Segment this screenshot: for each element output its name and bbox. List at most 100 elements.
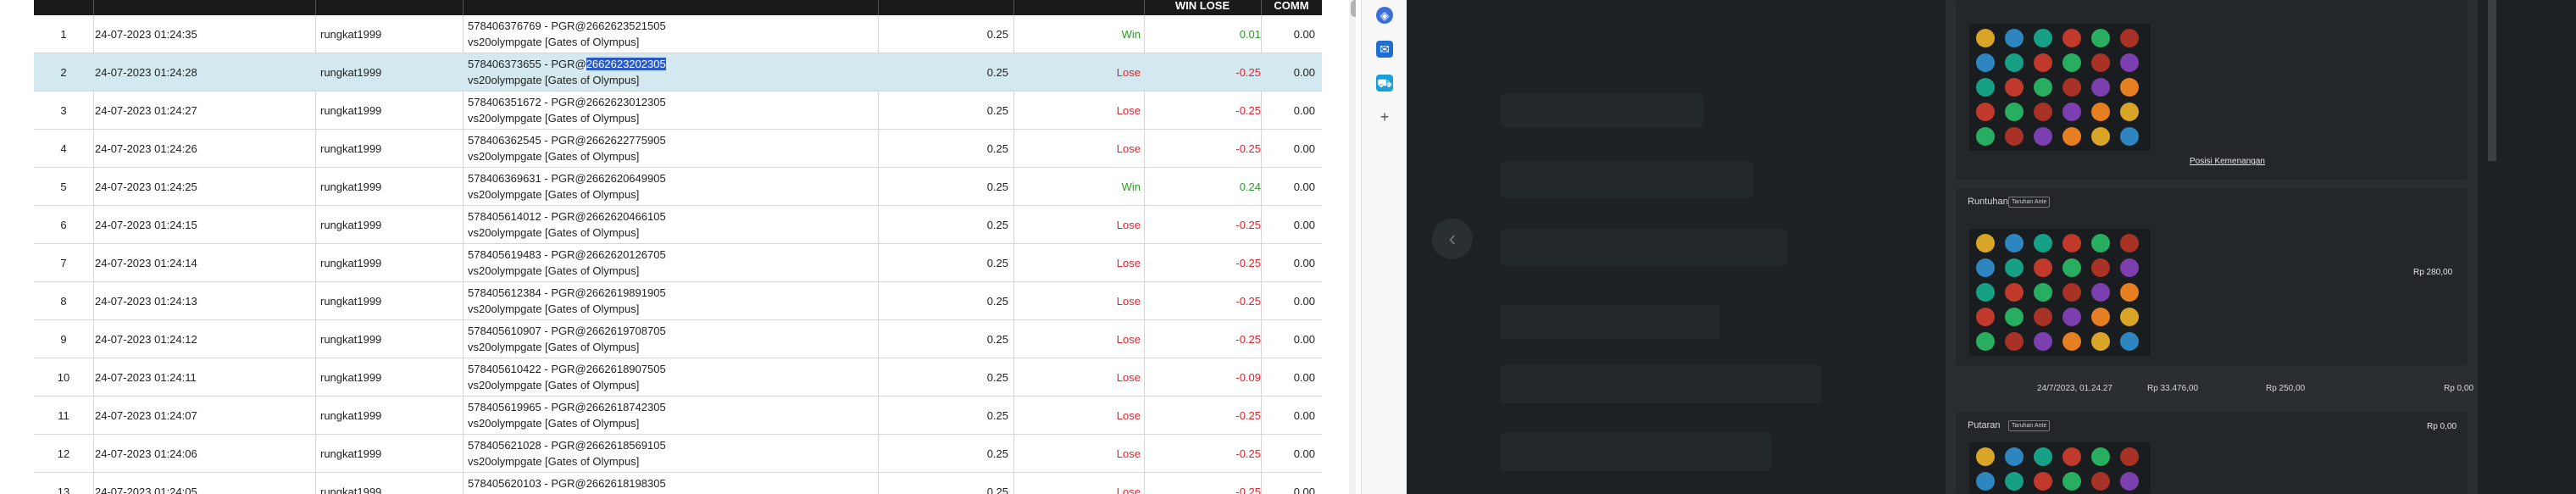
row-transaction: 578405619965 - PGR@2662618742305 vs20olym…	[468, 399, 666, 437]
table-row[interactable]: 13 24-07-2023 01:24:05 rungkat1999 57840562…	[34, 473, 1322, 494]
row-transaction: 578406376769 - PGR@2662623521505 vs20olym…	[468, 18, 666, 56]
game-name: vs20olympgate [Gates of Olympus]	[468, 455, 640, 468]
game-history-overlay: ‹ Posisi Kemenangan Runtuhan Taruhan Ant…	[1407, 0, 2576, 494]
slot-symbol-icon	[2005, 234, 2024, 253]
ref-code: 2662618907505	[586, 363, 666, 375]
header-comm[interactable]: COMM	[1261, 0, 1322, 15]
faded-item	[1500, 432, 1771, 471]
row-transaction: 578405621028 - PGR@2662618569105 vs20olym…	[468, 437, 666, 475]
row-win-lose: 0.24	[1239, 180, 1261, 193]
cascade-card: Runtuhan Taruhan Ante Rp 280,00	[1956, 188, 2468, 366]
slot-symbol-icon	[2005, 53, 2024, 72]
slot-symbol-icon	[2005, 103, 2024, 121]
slot-symbol-icon	[2120, 258, 2139, 277]
summary-balance: Rp 33.476,00	[2147, 384, 2199, 393]
row-username: rungkat1999	[320, 295, 382, 308]
spin-card: Putaran Taruhan Ante Rp 0,00	[1956, 412, 2468, 494]
row-comm: 0.00	[1293, 142, 1315, 155]
slot-symbol-icon	[2005, 127, 2024, 146]
ref-code: 2662623012305	[586, 96, 666, 108]
slot-symbol-icon	[2120, 332, 2139, 351]
slot-symbol-icon	[2005, 472, 2024, 491]
row-username: rungkat1999	[320, 447, 382, 460]
row-bet: 0.25	[986, 295, 1008, 308]
row-win-lose: -0.25	[1235, 486, 1261, 494]
table-row[interactable]: 3 24-07-2023 01:24:27 rungkat1999 578406351…	[34, 92, 1322, 130]
row-bet: 0.25	[986, 142, 1008, 155]
slot-symbol-icon	[1976, 332, 1995, 351]
slot-symbol-icon	[1976, 258, 1995, 277]
spin-detail-panel: Posisi Kemenangan Runtuhan Taruhan Ante …	[1946, 0, 2478, 494]
row-number: 2	[60, 66, 67, 79]
chevron-left-icon[interactable]: ‹	[1432, 219, 1473, 259]
slot-symbol-icon	[2034, 103, 2052, 121]
slot-symbol-icon	[2034, 53, 2052, 72]
table-row[interactable]: 4 24-07-2023 01:24:26 rungkat1999 578406362…	[34, 130, 1322, 168]
row-comm: 0.00	[1293, 333, 1315, 346]
shopping-icon[interactable]: ⛟	[1376, 75, 1393, 92]
table-row[interactable]: 6 24-07-2023 01:24:15 rungkat1999 578405614…	[34, 206, 1322, 244]
browser-sidebar: ◈ ✉ ⛟ +	[1361, 0, 1407, 494]
row-bet: 0.25	[986, 28, 1008, 41]
row-win-lose: -0.09	[1235, 371, 1261, 384]
col-separator	[315, 0, 316, 15]
row-win-lose: 0.01	[1239, 28, 1261, 41]
slot-symbol-icon	[1976, 29, 1995, 47]
row-username: rungkat1999	[320, 371, 382, 384]
summary-row: 24/7/2023, 01.24.27 Rp 33.476,00 Rp 250,…	[1946, 373, 2478, 407]
copilot-icon[interactable]: ◈	[1376, 7, 1393, 24]
slot-symbol-icon	[2091, 234, 2110, 253]
slot-symbol-icon	[2005, 78, 2024, 97]
row-number: 1	[60, 28, 67, 41]
outlook-icon[interactable]: ✉	[1376, 41, 1393, 58]
row-transaction: 578406351672 - PGR@2662623012305 vs20olym…	[468, 94, 666, 132]
table-row[interactable]: 9 24-07-2023 01:24:12 rungkat1999 578405610…	[34, 320, 1322, 358]
table-row[interactable]: 11 24-07-2023 01:24:07 rungkat1999 57840561…	[34, 397, 1322, 435]
col-separator	[1013, 0, 1014, 15]
row-number: 11	[58, 409, 69, 422]
row-username: rungkat1999	[320, 486, 382, 494]
row-result: Lose	[1116, 447, 1141, 460]
slot-symbol-icon	[1976, 78, 1995, 97]
slot-symbol-icon	[1976, 234, 1995, 253]
table-row[interactable]: 12 24-07-2023 01:24:06 rungkat1999 57840562…	[34, 435, 1322, 473]
slot-symbol-icon	[2091, 258, 2110, 277]
slot-symbol-icon	[2034, 29, 2052, 47]
faded-item	[1500, 93, 1703, 127]
plus-icon[interactable]: +	[1376, 108, 1393, 125]
table-row[interactable]: 8 24-07-2023 01:24:13 rungkat1999 578405612…	[34, 282, 1322, 320]
table-row[interactable]: 5 24-07-2023 01:24:25 rungkat1999 578406369…	[34, 168, 1322, 206]
header-win-lose[interactable]: WIN LOSE	[1144, 0, 1261, 15]
row-comm: 0.00	[1293, 447, 1315, 460]
table-row[interactable]: 7 24-07-2023 01:24:14 rungkat1999 578405619…	[34, 244, 1322, 282]
row-number: 8	[60, 295, 67, 308]
scrollbar-thumb[interactable]	[1351, 0, 1356, 17]
row-bet: 0.25	[986, 333, 1008, 346]
slot-symbol-icon	[2005, 447, 2024, 466]
vertical-scrollbar[interactable]	[1349, 0, 1356, 494]
row-transaction: 578406373655 - PGR@2662623202305 vs20olym…	[468, 56, 666, 94]
row-username: rungkat1999	[320, 219, 382, 231]
game-name: vs20olympgate [Gates of Olympus]	[468, 303, 640, 315]
row-number: 7	[60, 257, 67, 269]
row-bet: 0.25	[986, 104, 1008, 117]
slot-symbol-icon	[1976, 447, 1995, 466]
slot-symbol-icon	[2120, 308, 2139, 326]
slot-symbol-icon	[2005, 283, 2024, 302]
slot-symbol-icon	[2062, 234, 2081, 253]
slot-symbol-icon	[2062, 103, 2081, 121]
row-date: 24-07-2023 01:24:05	[95, 486, 197, 494]
symbol-grid	[1969, 24, 2151, 151]
slot-symbol-icon	[2034, 283, 2052, 302]
slot-symbol-icon	[2005, 332, 2024, 351]
table-row[interactable]: 1 24-07-2023 01:24:35 rungkat1999 578406376…	[34, 15, 1322, 53]
row-comm: 0.00	[1293, 295, 1315, 308]
row-transaction: 578406369631 - PGR@2662620649905 vs20olym…	[468, 170, 666, 208]
panel-scrollbar[interactable]	[2488, 0, 2496, 161]
ref-code: 2662620466105	[586, 210, 666, 223]
table-row[interactable]: 2 24-07-2023 01:24:28 rungkat1999 578406373…	[34, 53, 1322, 92]
symbol-grid	[1969, 229, 2151, 356]
win-position-link[interactable]: Posisi Kemenangan	[2190, 157, 2265, 166]
table-row[interactable]: 10 24-07-2023 01:24:11 rungkat1999 57840561…	[34, 358, 1322, 397]
slot-symbol-icon	[2062, 29, 2081, 47]
